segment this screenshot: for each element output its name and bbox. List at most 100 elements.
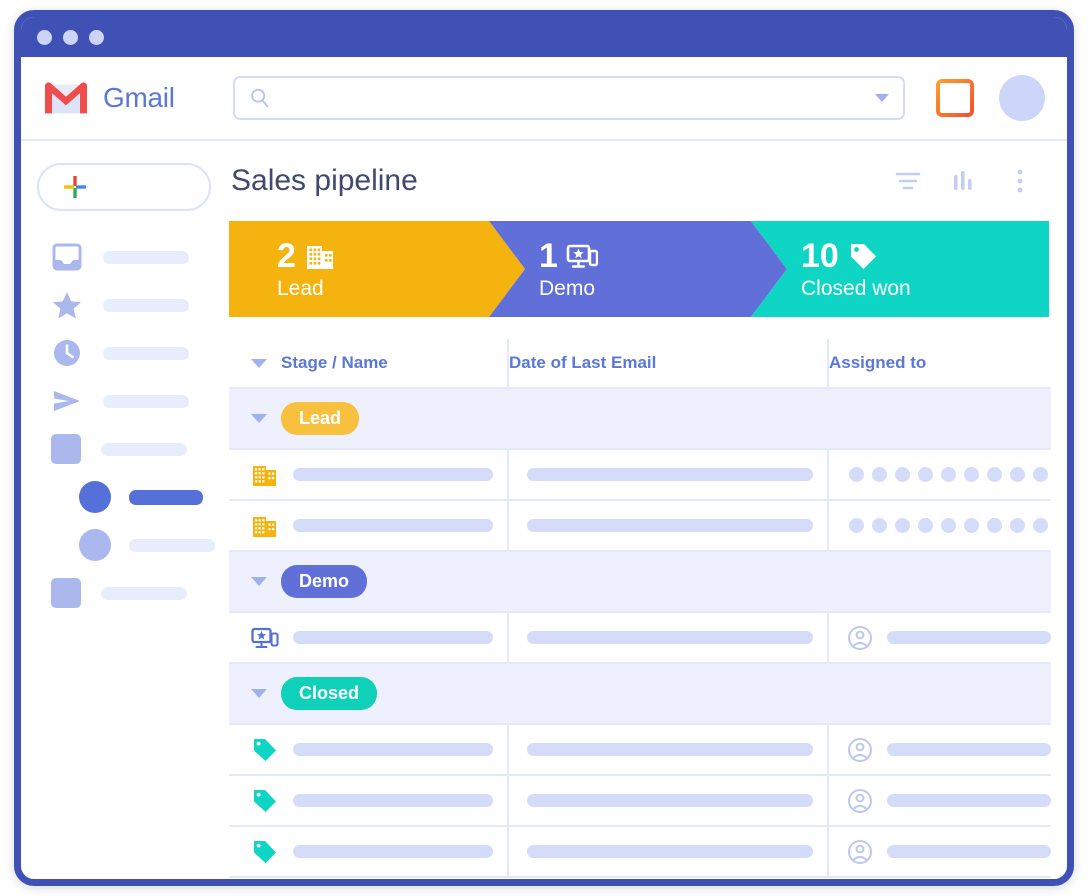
sidebar-item-starred[interactable]: [21, 281, 227, 329]
window-minimize-dot[interactable]: [63, 29, 78, 45]
assigned-dot: [918, 518, 933, 533]
group-row-closed[interactable]: Closed: [229, 663, 1051, 725]
office-building-icon: [253, 465, 276, 486]
row-date-placeholder: [527, 631, 813, 644]
pipeline-stage-closed-won[interactable]: 10 Closed won: [751, 221, 1049, 317]
sidebar-item-label-1[interactable]: [21, 425, 227, 473]
row-date-placeholder: [527, 845, 813, 858]
price-tag-icon: [254, 840, 276, 863]
cell-stage-name[interactable]: [229, 612, 508, 664]
search-bar[interactable]: [233, 76, 905, 120]
sidebar-item-label: [129, 489, 203, 505]
cell-stage-name[interactable]: [229, 826, 508, 878]
assigned-dot: [1033, 467, 1048, 482]
plus-icon: [64, 176, 86, 198]
sidebar-item-active[interactable]: [21, 473, 227, 521]
table-row[interactable]: [229, 449, 1051, 501]
group-row-demo[interactable]: Demo: [229, 551, 1051, 613]
cell-date-last-email[interactable]: [507, 500, 828, 552]
status-badge: Closed: [281, 677, 378, 710]
window-maximize-dot[interactable]: [89, 29, 104, 45]
window-titlebar: [21, 17, 1067, 57]
table-row[interactable]: [229, 724, 1051, 776]
cell-assigned-to[interactable]: [827, 724, 1051, 776]
main-header: Sales pipeline: [227, 141, 1049, 221]
search-input[interactable]: [271, 88, 875, 108]
table-header: Stage / Name Date of Last Email Assigned…: [229, 339, 1051, 389]
stage-label: Closed won: [801, 277, 911, 301]
grid-layout-icon[interactable]: [935, 78, 975, 118]
column-label: Stage / Name: [281, 353, 388, 372]
cell-date-last-email[interactable]: [507, 826, 828, 878]
price-tag-icon: [254, 789, 276, 812]
cell-assigned-to[interactable]: [827, 612, 1051, 664]
window-close-dot[interactable]: [37, 29, 52, 45]
pipeline-table: Stage / Name Date of Last Email Assigned…: [229, 339, 1051, 878]
chevron-down-icon[interactable]: [251, 414, 267, 423]
table-row[interactable]: [229, 775, 1051, 827]
table-row[interactable]: [229, 500, 1051, 552]
stage-label: Demo: [539, 277, 596, 301]
row-date-placeholder: [527, 743, 813, 756]
assigned-dot: [941, 467, 956, 482]
person-avatar-icon: [848, 839, 872, 864]
circle-dot-icon: [79, 529, 111, 561]
cell-assigned-to[interactable]: [827, 500, 1051, 552]
pipeline-stages: 2 Lead 1 Demo 10 Closed won: [229, 221, 1049, 317]
row-date-placeholder: [527, 794, 813, 807]
stage-count: 2: [277, 237, 296, 276]
pipeline-stage-demo[interactable]: 1 Demo: [489, 221, 787, 317]
cell-stage-name[interactable]: [229, 724, 508, 776]
column-header-assigned-to[interactable]: Assigned to: [827, 339, 1051, 389]
assigned-dot: [895, 518, 910, 533]
search-chevron-down-icon[interactable]: [875, 94, 889, 102]
cell-date-last-email[interactable]: [507, 775, 828, 827]
filter-icon[interactable]: [895, 168, 921, 194]
column-header-stage-name[interactable]: Stage / Name: [229, 339, 508, 389]
more-vertical-icon[interactable]: [1007, 168, 1033, 194]
row-name-placeholder: [293, 631, 493, 644]
sidebar-item-snoozed[interactable]: [21, 329, 227, 377]
office-building-icon: [304, 240, 336, 272]
cell-stage-name[interactable]: [229, 449, 508, 501]
bar-chart-icon[interactable]: [951, 168, 977, 194]
group-row-lead[interactable]: Lead: [229, 388, 1051, 450]
cell-date-last-email[interactable]: [507, 612, 828, 664]
cell-stage-name[interactable]: [229, 500, 508, 552]
sidebar-item-inbox[interactable]: [21, 233, 227, 281]
gmail-topbar: Gmail: [21, 57, 1067, 141]
chevron-down-icon[interactable]: [251, 577, 267, 586]
sidebar-item-label: [103, 298, 189, 312]
user-avatar-icon[interactable]: [999, 75, 1045, 121]
sidebar-item-label-2[interactable]: [21, 569, 227, 617]
assigned-dot: [918, 467, 933, 482]
compose-button[interactable]: [37, 163, 211, 211]
row-assigned-placeholder: [887, 845, 1051, 858]
stage-count-row: 10: [801, 237, 1049, 275]
sidebar-item-secondary[interactable]: [21, 521, 227, 569]
stage-count-row: 1: [539, 237, 787, 275]
cell-assigned-to[interactable]: [827, 449, 1051, 501]
assigned-dot: [1010, 467, 1025, 482]
gmail-brand[interactable]: Gmail: [43, 81, 233, 116]
gmail-m-envelope-icon: [44, 81, 88, 113]
cell-assigned-to[interactable]: [827, 775, 1051, 827]
sidebar-item-sent[interactable]: [21, 377, 227, 425]
cell-assigned-to[interactable]: [827, 826, 1051, 878]
table-row[interactable]: [229, 612, 1051, 664]
cell-date-last-email[interactable]: [507, 449, 828, 501]
assigned-dot: [872, 518, 887, 533]
row-date-placeholder: [527, 468, 813, 481]
cell-date-last-email[interactable]: [507, 724, 828, 776]
sidebar-item-label: [103, 346, 189, 360]
cell-stage-name[interactable]: [229, 775, 508, 827]
table-row[interactable]: [229, 826, 1051, 878]
chevron-down-icon[interactable]: [251, 358, 267, 368]
header-actions: [895, 168, 1049, 194]
row-name-placeholder: [293, 743, 493, 756]
pipeline-stage-lead[interactable]: 2 Lead: [229, 221, 525, 317]
column-header-date-of-last-email[interactable]: Date of Last Email: [507, 339, 828, 389]
row-name-placeholder: [293, 845, 493, 858]
sidebar: [21, 141, 227, 879]
chevron-down-icon[interactable]: [251, 689, 267, 698]
